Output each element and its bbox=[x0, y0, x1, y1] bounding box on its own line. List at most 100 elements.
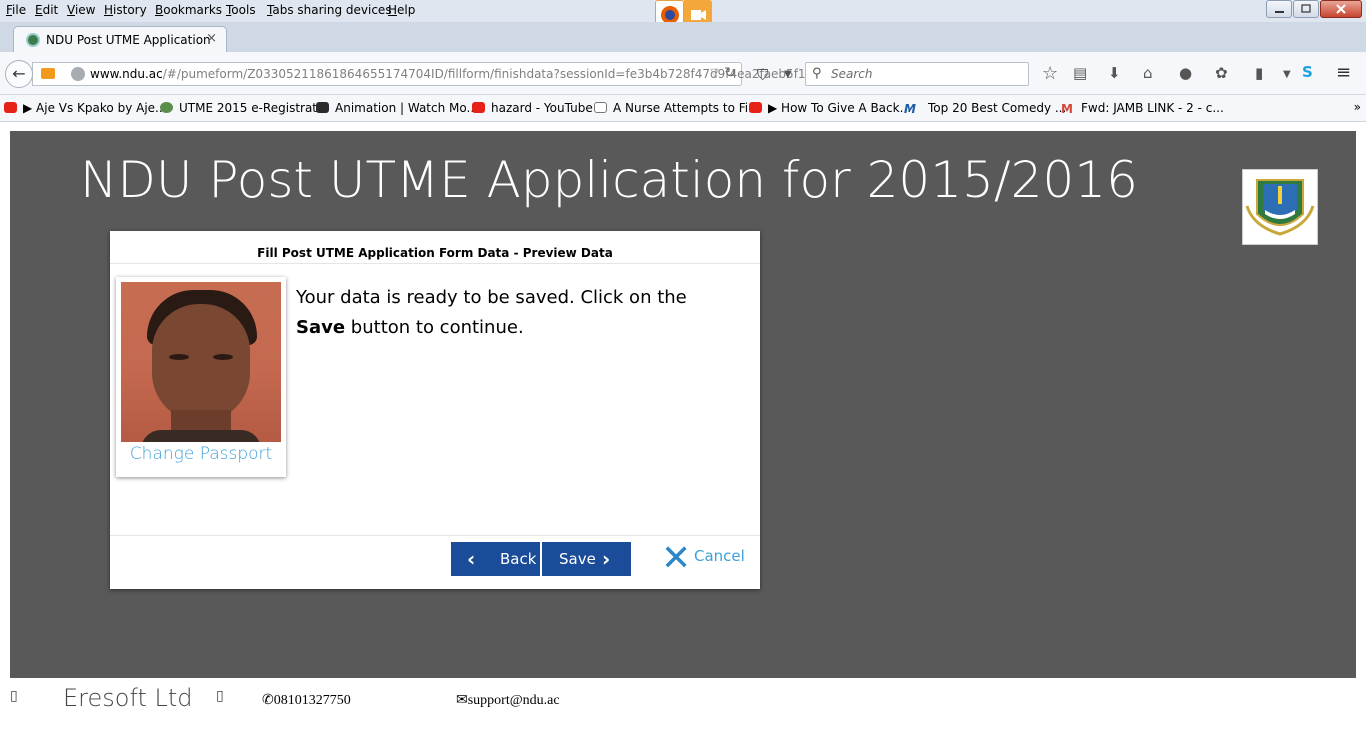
hamburger-menu-icon[interactable]: ≡ bbox=[1336, 62, 1351, 83]
m-icon: M bbox=[904, 102, 916, 116]
back-arrow-icon: ← bbox=[12, 64, 26, 83]
globe-icon bbox=[160, 102, 173, 113]
url-host: www.ndu.ac bbox=[90, 67, 163, 81]
card-divider bbox=[110, 535, 760, 536]
menu-bar: File Edit View History Bookmarks Tools T… bbox=[0, 0, 1366, 30]
tab-strip: NDU Post UTME Application × + bbox=[0, 22, 1366, 69]
window-controls bbox=[1266, 0, 1366, 20]
bookmark-label: ▶ How To Give A Back... bbox=[768, 101, 912, 115]
bookmark-label: ▶ Aje Vs Kpako by Aje... bbox=[23, 101, 167, 115]
minimize-button[interactable] bbox=[1266, 0, 1292, 18]
message-text-continue: button to continue. bbox=[350, 317, 524, 338]
bookmark-label: Fwd: JAMB LINK - 2 - c... bbox=[1081, 101, 1224, 115]
bookmark-item[interactable]: hazard - YouTube bbox=[472, 101, 593, 115]
extension-icon[interactable]: ✿ bbox=[1215, 64, 1228, 82]
menu-tabs-sharing-devices[interactable]: Tabs sharing devices bbox=[267, 3, 392, 17]
search-box[interactable]: ⚲ Search bbox=[805, 62, 1029, 86]
bookmark-label: Animation | Watch Mo... bbox=[335, 101, 478, 115]
card-title: Fill Post UTME Application Form Data - P… bbox=[110, 231, 760, 264]
ready-message: Your data is ready to be saved. Click on… bbox=[296, 283, 736, 343]
bookmark-label: hazard - YouTube bbox=[491, 101, 593, 115]
url-dropdown-icon[interactable]: ▽ bbox=[711, 66, 719, 79]
phone-value: 08101327750 bbox=[273, 693, 351, 708]
page-banner: NDU Post UTME Application for 2015/2016 … bbox=[10, 131, 1356, 678]
search-icon: ⚲ bbox=[812, 66, 822, 81]
chevron-left-icon: ‹ bbox=[467, 547, 476, 571]
bookmarks-bar: ▶ Aje Vs Kpako by Aje... UTME 2015 e-Reg… bbox=[0, 95, 1366, 122]
youtube-icon bbox=[4, 102, 17, 113]
downloads-icon[interactable]: ⬇ bbox=[1108, 64, 1121, 82]
bookmark-label: A Nurse Attempts to Fi... bbox=[613, 101, 760, 115]
menu-view[interactable]: View bbox=[67, 3, 95, 17]
menu-file[interactable]: File bbox=[6, 3, 26, 17]
bookmarks-overflow-icon[interactable]: » bbox=[1354, 100, 1361, 114]
save-button[interactable]: Save › bbox=[542, 542, 631, 576]
tab-ndu-post-utme[interactable]: NDU Post UTME Application × bbox=[13, 26, 227, 53]
clipboard-icon[interactable]: ▮ bbox=[1255, 64, 1263, 82]
back-button[interactable]: ← bbox=[5, 60, 33, 88]
url-text[interactable]: www.ndu.ac/#/pumeform/Z03305211861864655… bbox=[90, 67, 806, 81]
youtube-icon bbox=[749, 102, 762, 113]
email-value: support@ndu.ac bbox=[467, 693, 560, 708]
back-button[interactable]: ‹ Back bbox=[451, 542, 540, 576]
search-placeholder: Search bbox=[831, 67, 873, 81]
change-passport-link[interactable]: Change Passport bbox=[116, 444, 286, 464]
dropdown-arrow-icon[interactable]: ▼ bbox=[784, 69, 792, 80]
page-footer: ▯ Eresoft Ltd ▯ ✆08101327750 ✉support@nd… bbox=[0, 678, 1366, 729]
back-label: Back bbox=[500, 550, 537, 568]
company-name: Eresoft Ltd bbox=[63, 684, 193, 712]
menu-tools[interactable]: Tools bbox=[226, 3, 256, 17]
globe-icon bbox=[71, 67, 85, 81]
skype-icon[interactable]: S bbox=[1302, 63, 1313, 81]
reading-list-icon[interactable]: ▤ bbox=[1073, 64, 1087, 82]
bookmark-item[interactable]: Animation | Watch Mo... bbox=[316, 101, 478, 115]
message-text: Your data is ready to be saved. Click on… bbox=[296, 287, 687, 308]
chevron-right-icon: › bbox=[602, 547, 611, 571]
reload-icon[interactable]: ↻ bbox=[724, 65, 736, 81]
download-blocked-icon[interactable]: ⛉ bbox=[757, 66, 768, 84]
phone-device-icon: ▯ bbox=[216, 688, 224, 704]
menu-help[interactable]: Help bbox=[388, 3, 415, 17]
close-window-button[interactable] bbox=[1320, 0, 1362, 18]
phone-icon: ✆ bbox=[262, 693, 274, 708]
site-favicon-icon bbox=[26, 33, 40, 47]
page-content: NDU Post UTME Application for 2015/2016 … bbox=[0, 122, 1366, 729]
cancel-x-icon: ✕ bbox=[661, 538, 692, 579]
bookmark-label: Top 20 Best Comedy ... bbox=[928, 101, 1067, 115]
bookmark-star-icon[interactable]: ☆ bbox=[1042, 63, 1058, 84]
bookmark-item[interactable]: ▶ How To Give A Back... bbox=[749, 101, 911, 115]
nurse-icon bbox=[594, 102, 607, 113]
page-title: NDU Post UTME Application for 2015/2016 bbox=[80, 151, 1138, 209]
home-icon[interactable]: ⌂ bbox=[1143, 64, 1153, 82]
bookmark-item[interactable]: A Nurse Attempts to Fi... bbox=[594, 101, 760, 115]
url-bar[interactable]: www.ndu.ac/#/pumeform/Z03305211861864655… bbox=[32, 62, 806, 86]
message-save-bold: Save bbox=[296, 317, 346, 338]
preview-card: Fill Post UTME Application Form Data - P… bbox=[110, 231, 760, 589]
menu-bookmarks[interactable]: Bookmarks bbox=[155, 3, 222, 17]
phone-number: ✆08101327750 bbox=[262, 692, 351, 709]
envelope-icon: ✉ bbox=[456, 693, 468, 708]
cancel-label: Cancel bbox=[694, 547, 745, 565]
navigation-toolbar: www.ndu.ac/#/pumeform/Z03305211861864655… bbox=[0, 52, 1366, 95]
menu-history[interactable]: History bbox=[104, 3, 147, 17]
clipboard-dropdown-icon[interactable]: ▼ bbox=[1283, 69, 1291, 80]
cancel-button[interactable]: ✕ Cancel bbox=[661, 538, 751, 579]
bookmark-item[interactable]: UTME 2015 e-Registrat... bbox=[160, 101, 328, 115]
chat-icon[interactable]: ● bbox=[1179, 64, 1192, 82]
gmail-icon: M bbox=[1061, 102, 1073, 116]
support-email: ✉support@ndu.ac bbox=[456, 692, 560, 709]
bookmark-item[interactable]: ▶ Aje Vs Kpako by Aje... bbox=[4, 101, 166, 115]
camera-sharing-icon[interactable] bbox=[41, 68, 55, 79]
bookmark-item[interactable]: M Fwd: JAMB LINK - 2 - c... bbox=[1061, 101, 1224, 116]
menu-edit[interactable]: Edit bbox=[35, 3, 58, 17]
play-icon bbox=[316, 102, 329, 113]
bookmark-label: UTME 2015 e-Registrat... bbox=[179, 101, 329, 115]
url-path: /#/pumeform/Z03305211861864655174704ID/f… bbox=[162, 67, 806, 81]
phone-device-icon: ▯ bbox=[10, 688, 18, 704]
bookmark-item[interactable]: M Top 20 Best Comedy ... bbox=[904, 101, 1067, 116]
restore-button[interactable] bbox=[1293, 0, 1319, 18]
close-tab-icon[interactable]: × bbox=[206, 31, 217, 46]
passport-thumbnail: Change Passport bbox=[116, 277, 286, 477]
university-logo bbox=[1242, 169, 1318, 245]
save-label: Save bbox=[559, 550, 596, 568]
